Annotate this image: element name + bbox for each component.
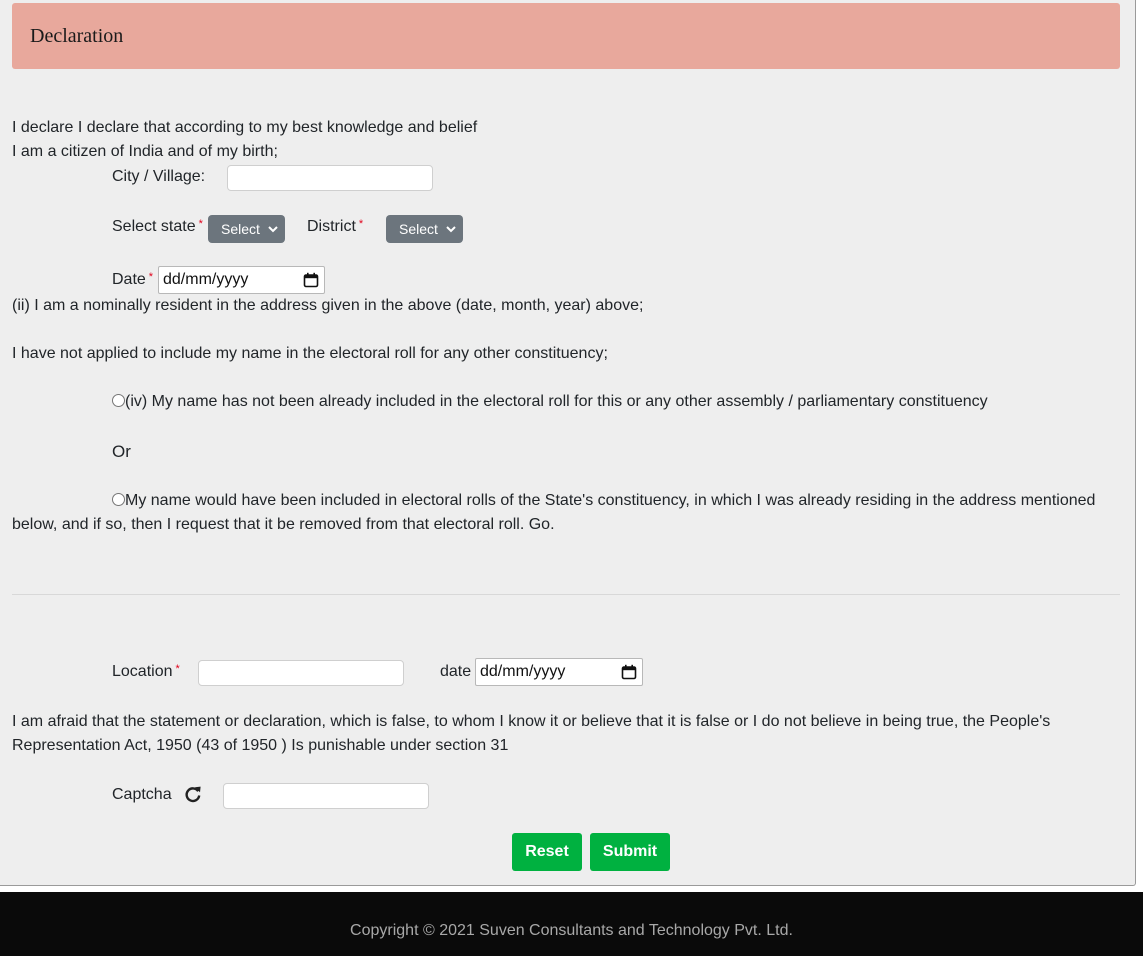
calendar-icon[interactable]	[303, 272, 319, 288]
radio-included[interactable]	[112, 493, 125, 506]
sign-date-label: date	[440, 663, 472, 680]
location-input[interactable]	[198, 660, 404, 686]
divider	[12, 594, 1120, 595]
required-marker: *	[198, 218, 203, 230]
footer: Copyright © 2021 Suven Consultants and T…	[0, 892, 1143, 956]
state-label: Select state *	[112, 218, 203, 235]
option-included: My name would have been included in elec…	[12, 489, 1112, 537]
warning-text: I am afraid that the statement or declar…	[12, 713, 1051, 754]
date-label: Date *	[112, 271, 154, 288]
declaration-line-2: I am a citizen of India and of my birth;	[12, 143, 278, 160]
city-label: City / Village:	[112, 168, 206, 185]
required-marker: *	[175, 663, 180, 675]
required-marker: *	[358, 218, 364, 230]
option-not-included-label: (iv) My name has not been already includ…	[125, 393, 988, 410]
state-select[interactable]: Select	[208, 215, 285, 243]
radio-not-included[interactable]	[112, 394, 125, 407]
date-placeholder: dd/mm/yyyy	[480, 663, 566, 680]
copyright-text: Copyright © 2021 Suven Consultants and T…	[350, 922, 793, 939]
or-text: Or	[112, 442, 131, 461]
page: Declaration I declare I declare that acc…	[0, 0, 1143, 956]
district-select-value: Select	[399, 221, 438, 237]
captcha-label: Captcha	[112, 786, 172, 803]
sign-date-input[interactable]: dd/mm/yyyy	[475, 658, 643, 686]
refresh-icon[interactable]	[184, 785, 202, 803]
birth-date-input[interactable]: dd/mm/yyyy	[158, 266, 325, 294]
option-not-included: (iv) My name has not been already includ…	[112, 390, 988, 414]
required-marker: *	[148, 271, 154, 283]
chevron-down-icon	[446, 226, 456, 233]
section-header: Declaration	[12, 3, 1120, 69]
section-title: Declaration	[30, 25, 124, 47]
resident-text: (ii) I am a nominally resident in the ad…	[12, 297, 644, 314]
location-label: Location *	[112, 663, 180, 680]
state-select-value: Select	[221, 221, 260, 237]
reset-button[interactable]: Reset	[512, 833, 582, 871]
declaration-card: Declaration I declare I declare that acc…	[0, 0, 1136, 886]
city-input[interactable]	[227, 165, 433, 191]
calendar-icon[interactable]	[621, 664, 637, 680]
district-label: District *	[307, 218, 364, 235]
submit-button[interactable]: Submit	[590, 833, 670, 871]
option-included-label: My name would have been included in elec…	[12, 492, 1096, 533]
date-placeholder: dd/mm/yyyy	[163, 271, 249, 288]
chevron-down-icon	[268, 226, 278, 233]
declaration-line-1: I declare I declare that according to my…	[12, 119, 478, 136]
not-applied-text: I have not applied to include my name in…	[12, 345, 608, 362]
captcha-input[interactable]	[223, 783, 429, 809]
district-select[interactable]: Select	[386, 215, 463, 243]
